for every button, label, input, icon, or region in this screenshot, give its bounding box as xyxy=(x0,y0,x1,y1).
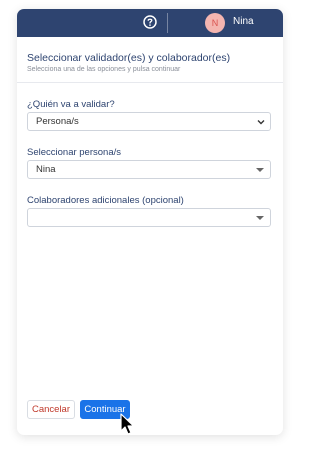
persons-label: Seleccionar persona/s xyxy=(27,147,121,158)
top-bar: N Nina xyxy=(17,9,283,37)
top-bar-divider xyxy=(167,13,168,33)
dialog-subtitle: Selecciona una de las opciones y pulsa c… xyxy=(27,66,181,73)
collaborators-select[interactable] xyxy=(27,208,271,227)
dialog-title: Seleccionar validador(es) y colaborador(… xyxy=(27,52,231,64)
question-circle-icon[interactable] xyxy=(143,15,157,29)
persons-value: Nina xyxy=(36,164,56,175)
user-name[interactable]: Nina xyxy=(233,16,254,27)
chevron-down-icon xyxy=(257,120,265,125)
validator-type-select[interactable]: Persona/s xyxy=(27,112,271,131)
caret-down-icon xyxy=(256,216,264,220)
cancel-button[interactable]: Cancelar xyxy=(27,400,75,419)
collaborators-label: Colaboradores adicionales (opcional) xyxy=(27,195,184,206)
selection-dialog: N Nina Seleccionar validador(es) y colab… xyxy=(17,9,283,435)
validator-type-label: ¿Quién va a validar? xyxy=(27,99,115,110)
caret-down-icon xyxy=(256,168,264,172)
validator-type-value: Persona/s xyxy=(36,116,79,127)
persons-select[interactable]: Nina xyxy=(27,160,271,179)
mouse-pointer-icon xyxy=(120,413,135,435)
avatar[interactable]: N xyxy=(205,13,225,33)
header-divider xyxy=(17,82,283,83)
